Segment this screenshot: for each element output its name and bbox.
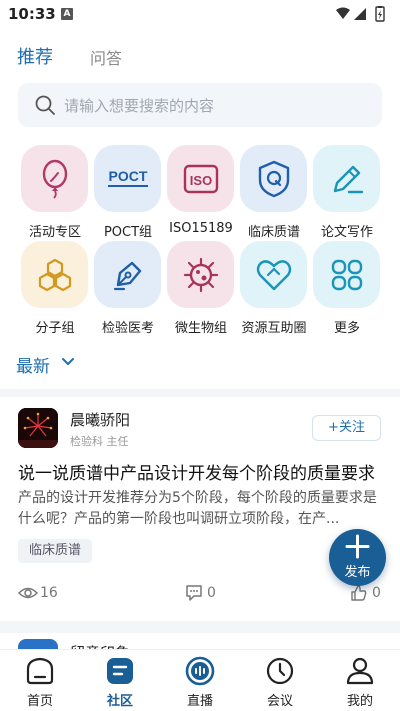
category-paper-writing[interactable]: 论文写作 — [312, 145, 382, 240]
author-meta: 检验科 主任 — [70, 435, 129, 448]
section-divider — [0, 621, 400, 633]
comments-stat[interactable]: 0 — [185, 584, 225, 604]
category-label: 论文写作 — [320, 225, 373, 240]
top-tabs: 推荐 问答 — [0, 40, 400, 72]
iso-icon: ISO — [183, 164, 218, 193]
system-status-icons — [336, 6, 385, 22]
comments-count: 0 — [207, 585, 216, 601]
category-molecular[interactable]: 分子组 — [20, 241, 90, 336]
category-tile — [313, 241, 380, 308]
nav-live[interactable]: 直播 — [170, 654, 230, 710]
category-tile — [21, 145, 88, 212]
avatar[interactable] — [18, 408, 58, 448]
search-input[interactable]: 请输入想要搜索的内容 — [18, 83, 382, 127]
microbe-icon — [183, 257, 218, 292]
bottom-nav: 首页 社区 直播 会议 我的 — [0, 649, 400, 711]
chevron-down-icon — [62, 358, 74, 365]
category-poct[interactable]: POCT POCT组 — [93, 145, 163, 240]
views-count: 16 — [40, 585, 58, 601]
nav-community[interactable]: 社区 — [90, 654, 150, 710]
category-exam[interactable]: 检验医考 — [93, 241, 163, 336]
category-tile — [313, 145, 380, 212]
status-time: 10:33 — [8, 5, 56, 23]
hexagon-icon — [38, 258, 71, 291]
post-excerpt: 产品的设计开发推荐分为5个阶段，每个阶段的质量要求是什么呢？产品的第一阶段也叫调… — [18, 490, 377, 527]
live-icon — [185, 656, 215, 686]
nav-label: 直播 — [186, 694, 213, 709]
fireworks-avatar-image — [18, 408, 58, 448]
post-card[interactable]: 晨曦骄阳 检验科 主任 +关注 说一说质谱中产品设计开发每个阶段的质量要求 产品… — [0, 398, 400, 620]
tab-recommend[interactable]: 推荐 — [17, 43, 53, 69]
nav-home[interactable]: 首页 — [10, 654, 70, 710]
section-divider — [0, 389, 400, 397]
tab-qa[interactable]: 问答 — [90, 45, 122, 69]
shield-q-icon — [258, 160, 289, 197]
notification-icon: A — [61, 8, 73, 20]
eye-icon — [18, 587, 38, 599]
nav-label: 首页 — [26, 694, 53, 709]
clock-icon — [266, 657, 294, 685]
nav-label: 会议 — [266, 694, 293, 709]
category-tile: ISO — [167, 145, 234, 212]
category-clinical-ms[interactable]: 临床质谱 — [239, 145, 309, 240]
svg-text:POCT: POCT — [108, 168, 147, 184]
latest-label: 最新 — [16, 357, 50, 377]
pen-nib-icon — [113, 261, 141, 290]
category-tile: POCT — [94, 145, 161, 212]
category-microbiology[interactable]: 微生物组 — [166, 241, 236, 336]
thumbs-up-icon — [351, 585, 367, 601]
comment-icon — [186, 585, 202, 601]
category-tile — [240, 241, 307, 308]
poct-icon: POCT — [107, 168, 148, 187]
home-icon — [26, 657, 54, 685]
publish-label: 发布 — [344, 565, 371, 580]
community-icon — [107, 658, 133, 684]
likes-count: 0 — [372, 585, 381, 601]
balloon-icon — [42, 159, 67, 199]
nav-profile[interactable]: 我的 — [330, 654, 390, 710]
nav-label: 我的 — [346, 694, 373, 709]
pencil-icon — [333, 165, 363, 193]
post-title[interactable]: 说一说质谱中产品设计开发每个阶段的质量要求 — [18, 459, 375, 484]
category-tile — [94, 241, 161, 308]
category-tile — [240, 145, 307, 212]
search-placeholder: 请输入想要搜索的内容 — [64, 97, 215, 115]
profile-icon — [346, 657, 374, 685]
likes-stat[interactable]: 0 — [350, 584, 390, 604]
nav-label: 社区 — [106, 694, 133, 709]
plus-icon — [345, 534, 370, 559]
category-iso[interactable]: ISO ISO15189 — [166, 145, 236, 237]
views-stat: 16 — [18, 584, 68, 604]
category-resource-circle[interactable]: 资源互助圈 — [239, 241, 309, 336]
svg-text:ISO: ISO — [189, 173, 211, 188]
latest-filter[interactable]: 最新 — [16, 352, 74, 377]
post-tag[interactable]: 临床质谱 — [18, 539, 93, 563]
more-icon — [331, 259, 362, 290]
status-bar: 10:33 A — [0, 0, 400, 30]
follow-button[interactable]: +关注 — [312, 415, 381, 441]
category-label: 更多 — [333, 321, 360, 336]
publish-button[interactable]: 发布 — [329, 529, 386, 586]
category-tile — [21, 241, 88, 308]
category-tile — [167, 241, 234, 308]
category-activity[interactable]: 活动专区 — [20, 145, 90, 240]
author-name[interactable]: 晨曦骄阳 — [70, 409, 130, 430]
heart-link-icon — [256, 259, 291, 290]
nav-meeting[interactable]: 会议 — [250, 654, 310, 710]
category-more[interactable]: 更多 — [312, 241, 382, 336]
search-icon — [35, 95, 55, 115]
